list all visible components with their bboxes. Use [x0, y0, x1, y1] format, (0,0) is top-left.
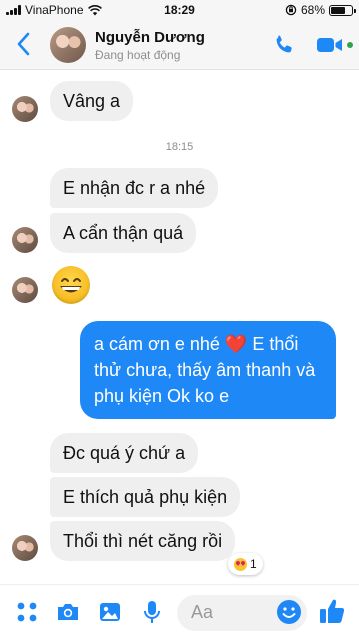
message-list: Vâng a 18:15 E nhận đc r a nhé A cẩn thậ… — [0, 71, 359, 581]
message-bubble[interactable]: Đc quá ý chứ a — [50, 433, 199, 473]
contact-status: Đang hoạt động — [95, 48, 181, 62]
message-input-placeholder: Aa — [191, 602, 214, 622]
sender-avatar — [12, 535, 38, 561]
message-reaction[interactable]: 1 — [228, 553, 263, 575]
battery-icon — [329, 4, 356, 16]
orientation-lock-icon — [285, 4, 297, 16]
message-bubble[interactable]: Vâng a — [50, 81, 134, 121]
contact-avatar[interactable] — [50, 27, 86, 63]
message-text: a cám ơn e nhé — [94, 334, 220, 354]
composer-bar: Aa — [0, 584, 359, 640]
battery-percent: 68% — [300, 3, 325, 17]
contact-name[interactable]: Nguyễn Dương — [95, 29, 205, 46]
back-chevron-icon[interactable] — [14, 31, 34, 57]
gallery-icon[interactable] — [97, 599, 123, 625]
thumbs-up-icon[interactable] — [318, 597, 346, 625]
camera-icon[interactable] — [55, 599, 81, 625]
reaction-count: 1 — [250, 557, 257, 571]
message-bubble[interactable]: Thổi thì nét căng rồi — [50, 521, 236, 561]
grinning-face-icon — [60, 278, 82, 293]
video-camera-icon[interactable] — [316, 35, 344, 55]
red-heart-emoji: ❤️ — [224, 334, 248, 354]
message-bubble[interactable]: A cẩn thận quá — [50, 213, 197, 253]
online-indicator — [347, 42, 353, 48]
status-bar: VinaPhone 18:29 68% — [0, 0, 359, 20]
conversation-header: Nguyễn Dương Đang hoạt động — [0, 20, 359, 70]
status-right: 68% — [285, 3, 356, 17]
apps-icon[interactable] — [14, 599, 40, 625]
phone-icon[interactable] — [272, 33, 296, 57]
sender-avatar — [12, 277, 38, 303]
outgoing-message-bubble[interactable]: a cám ơn e nhé ❤️ E thổi thử chưa, thấy … — [80, 321, 336, 419]
microphone-icon[interactable] — [139, 599, 165, 625]
message-bubble[interactable]: E thích quả phụ kiện — [50, 477, 241, 517]
heart-eyes-emoji-icon — [234, 557, 247, 571]
message-bubble[interactable]: E nhận đc r a nhé — [50, 168, 219, 208]
sender-avatar — [12, 96, 38, 122]
message-timestamp: 18:15 — [165, 141, 194, 153]
grinning-face-emoji[interactable] — [52, 266, 90, 304]
sender-avatar — [12, 227, 38, 253]
emoji-icon[interactable] — [276, 599, 302, 625]
